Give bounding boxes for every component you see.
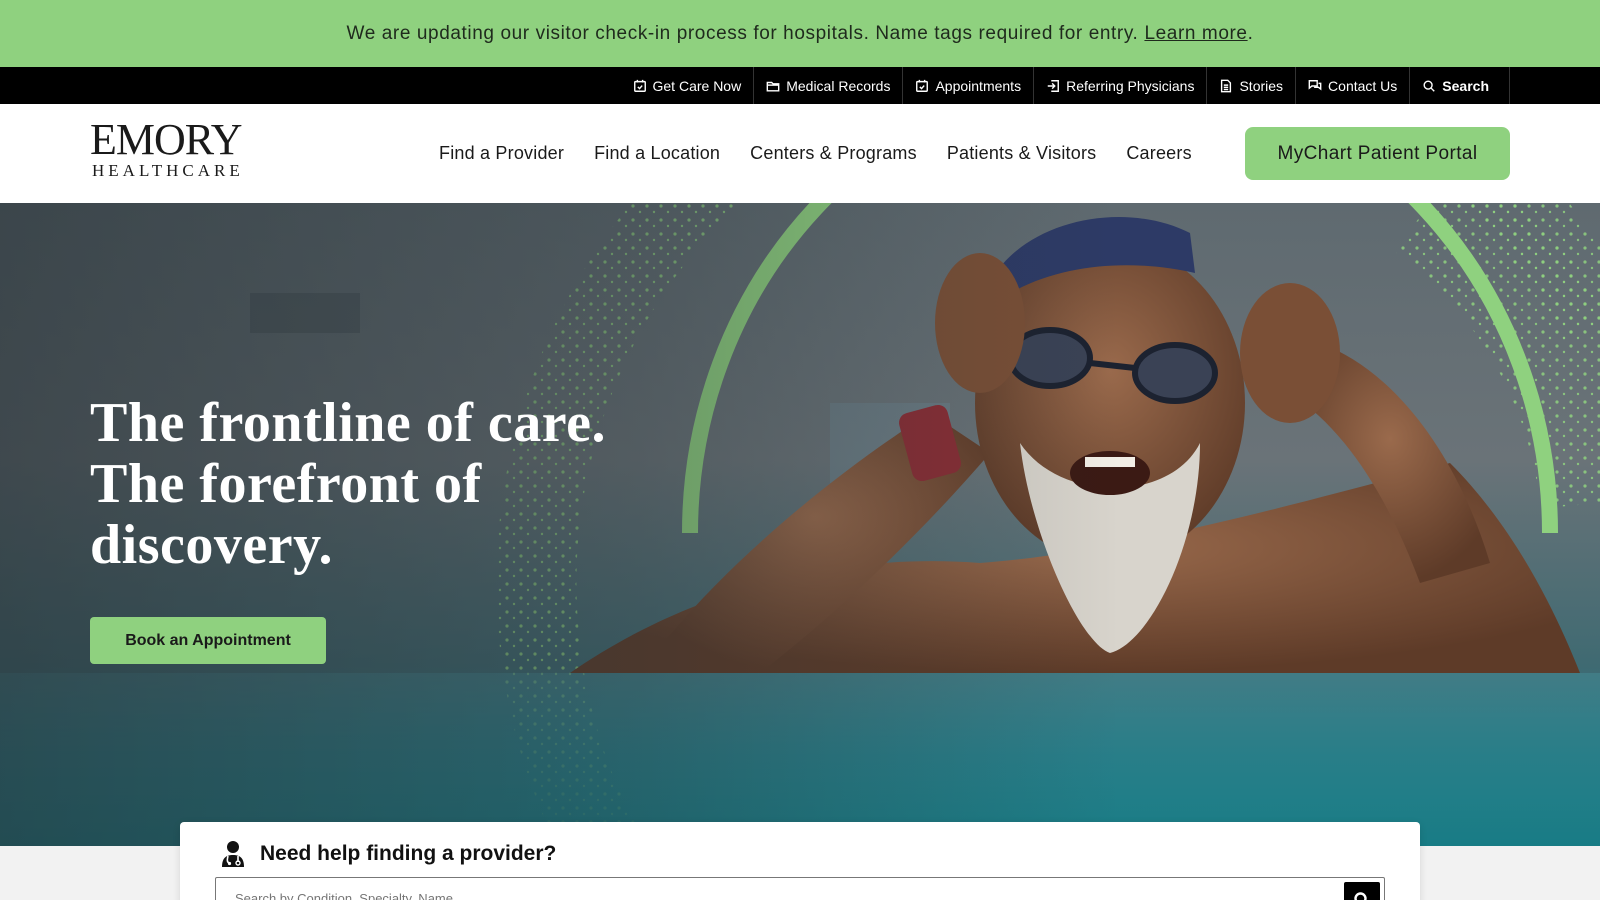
utility-label: Appointments (935, 77, 1022, 94)
provider-search-card: Need help finding a provider? (180, 822, 1420, 900)
utility-item-appointments[interactable]: Appointments (902, 67, 1033, 104)
headline-line-2: The forefront of (90, 453, 482, 515)
nav-find-a-provider[interactable]: Find a Provider (424, 143, 579, 164)
nav-patients-visitors[interactable]: Patients & Visitors (932, 143, 1112, 164)
provider-search-button[interactable] (1344, 882, 1380, 900)
nav-centers-programs[interactable]: Centers & Programs (735, 143, 932, 164)
search-icon (1354, 892, 1367, 900)
alert-period: . (1247, 22, 1254, 44)
folder-icon (766, 81, 780, 92)
calendar-check-icon (916, 79, 929, 92)
utility-label: Search (1442, 77, 1489, 94)
provider-search-title: Need help finding a provider? (260, 842, 557, 865)
document-icon (1221, 79, 1232, 92)
doctor-icon (222, 841, 244, 867)
headline-line-3: discovery. (90, 514, 333, 576)
mychart-portal-button[interactable]: MyChart Patient Portal (1245, 127, 1510, 180)
utility-label: Referring Physicians (1066, 77, 1195, 94)
book-appointment-button[interactable]: Book an Appointment (90, 617, 326, 664)
utility-label: Contact Us (1328, 77, 1398, 94)
utility-bar: Get Care Now Medical Records Appointment… (0, 67, 1600, 104)
nav-find-a-location[interactable]: Find a Location (579, 143, 735, 164)
logo-line-1: EMORY (90, 115, 242, 164)
calendar-check-icon (633, 79, 646, 92)
search-icon (1423, 79, 1436, 92)
emory-healthcare-logo[interactable]: EMORY HEALTHCARE (90, 115, 260, 182)
main-nav: Find a Provider Find a Location Centers … (424, 104, 1207, 203)
utility-item-contact-us[interactable]: Contact Us (1295, 67, 1409, 104)
hero-banner: The frontline of care. The forefront of … (0, 203, 1600, 846)
utility-item-medical-records[interactable]: Medical Records (753, 67, 902, 104)
alert-message: We are updating our visitor check-in pro… (346, 22, 1139, 44)
utility-item-search[interactable]: Search (1409, 67, 1510, 104)
logo-line-2: HEALTHCARE (92, 161, 244, 180)
alert-banner: We are updating our visitor check-in pro… (0, 0, 1600, 67)
provider-search-header: Need help finding a provider? (220, 840, 556, 868)
learn-more-link[interactable]: Learn more (1144, 23, 1247, 45)
utility-item-stories[interactable]: Stories (1206, 67, 1295, 104)
hero-headline: The frontline of care. The forefront of … (90, 393, 610, 576)
headline-line-1: The frontline of care. (90, 392, 606, 454)
utility-item-referring-physicians[interactable]: Referring Physicians (1033, 67, 1206, 104)
utility-label: Get Care Now (652, 77, 742, 94)
referral-icon (1047, 79, 1060, 92)
provider-search-box (215, 877, 1385, 900)
utility-label: Medical Records (786, 77, 891, 94)
utility-label: Stories (1239, 77, 1284, 94)
main-header: EMORY HEALTHCARE Find a Provider Find a … (0, 104, 1600, 203)
utility-item-get-care-now[interactable]: Get Care Now (621, 67, 754, 104)
chat-icon (1308, 79, 1322, 91)
provider-search-input[interactable] (216, 878, 1356, 900)
nav-careers[interactable]: Careers (1111, 143, 1206, 164)
